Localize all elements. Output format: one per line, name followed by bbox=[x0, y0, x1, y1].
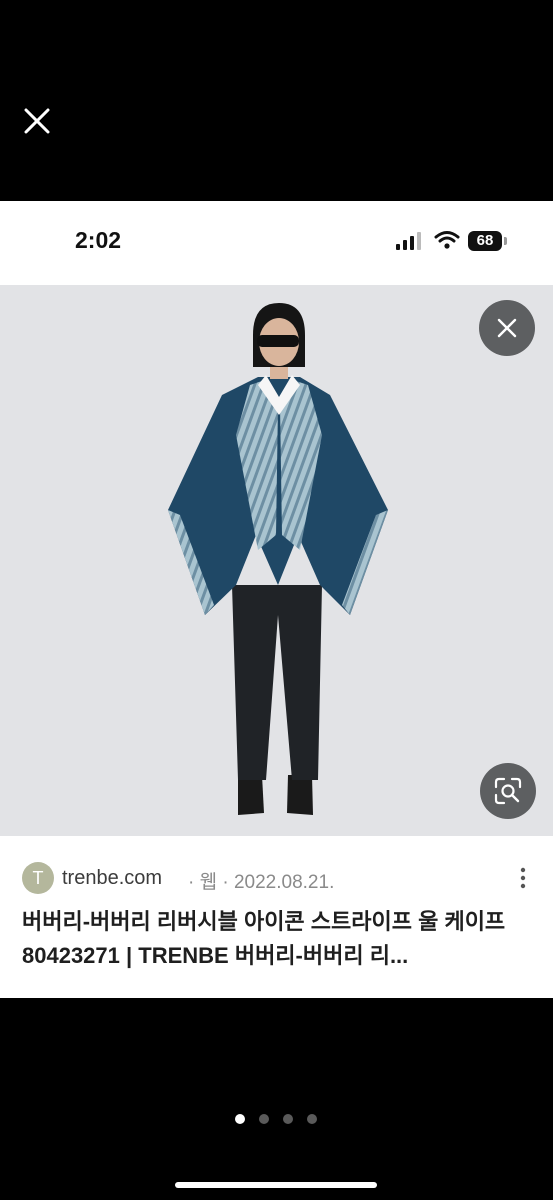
model-photo bbox=[0, 285, 553, 836]
close-icon bbox=[24, 108, 50, 134]
page-dot[interactable] bbox=[307, 1114, 317, 1124]
result-image[interactable] bbox=[0, 285, 553, 836]
signal-icon bbox=[396, 232, 421, 250]
battery-indicator: 68 bbox=[468, 231, 508, 251]
lens-search-button[interactable] bbox=[480, 763, 536, 819]
status-time: 2:02 bbox=[75, 227, 122, 253]
source-domain[interactable]: trenbe.com bbox=[62, 867, 162, 890]
page-dot[interactable] bbox=[283, 1114, 293, 1124]
lens-search-icon bbox=[494, 777, 522, 805]
status-bar: 2:02 68 bbox=[0, 201, 553, 283]
close-icon bbox=[497, 318, 517, 338]
page-dot-active[interactable] bbox=[235, 1114, 245, 1124]
image-close-button[interactable] bbox=[479, 300, 535, 356]
site-favicon: T bbox=[22, 862, 54, 894]
page-dot[interactable] bbox=[259, 1114, 269, 1124]
home-indicator[interactable] bbox=[175, 1182, 377, 1188]
more-vertical-icon[interactable] bbox=[517, 866, 529, 890]
viewer-close-button[interactable] bbox=[18, 102, 56, 140]
screenshot-card: 2:02 68 T trenbe.com · 웹 · 2022.08.21. 버… bbox=[0, 201, 553, 998]
result-title-link[interactable]: 버버리-버버리 리버시블 아이콘 스트라이프 울 케이프 80423271 | … bbox=[22, 905, 534, 973]
wifi-icon bbox=[434, 231, 460, 249]
battery-level: 68 bbox=[468, 231, 502, 251]
source-meta: · 웹 · 2022.08.21. bbox=[188, 872, 335, 893]
source-row: T trenbe.com · 웹 · 2022.08.21. bbox=[22, 862, 532, 894]
